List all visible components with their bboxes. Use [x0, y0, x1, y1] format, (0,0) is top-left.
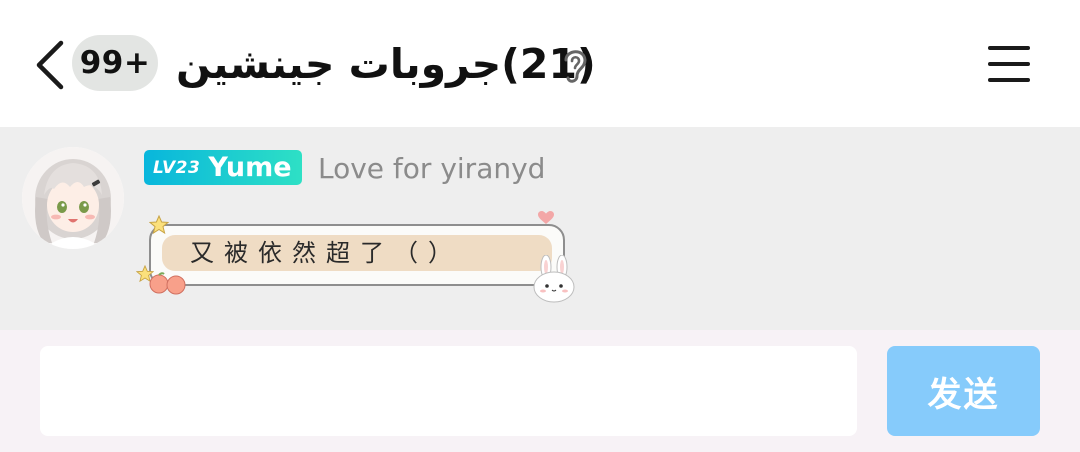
star-icon — [149, 215, 169, 235]
message-text: 又被依然超了（） — [190, 239, 462, 267]
bunny-icon — [533, 255, 575, 303]
avatar[interactable] — [22, 147, 124, 249]
heart-icon — [538, 211, 554, 224]
ear-icon[interactable] — [557, 44, 593, 86]
level-label: LV23 — [153, 157, 201, 178]
back-button[interactable] — [28, 38, 72, 92]
message-list: LV23 Yume Love for yiranyd 又被依然超了（） — [0, 127, 1080, 330]
user-tagline: Love for yiranyd — [318, 152, 546, 185]
message-bubble[interactable]: 又被依然超了（） — [134, 211, 584, 303]
composer-bar: 发送 — [0, 330, 1080, 452]
chevron-left-icon — [36, 40, 64, 90]
message-input[interactable] — [40, 346, 857, 436]
hamburger-menu-icon[interactable] — [986, 42, 1032, 86]
level-badge: LV23 Yume — [144, 150, 302, 185]
peach-icon — [149, 272, 186, 295]
chat-header: 99+ (21)جروبات جينشين — [0, 0, 1080, 127]
group-title: (21)جروبات جينشين — [176, 40, 596, 88]
unread-count-badge[interactable]: 99+ — [72, 35, 158, 91]
username[interactable]: Yume — [208, 152, 291, 183]
send-button[interactable]: 发送 — [887, 346, 1040, 436]
